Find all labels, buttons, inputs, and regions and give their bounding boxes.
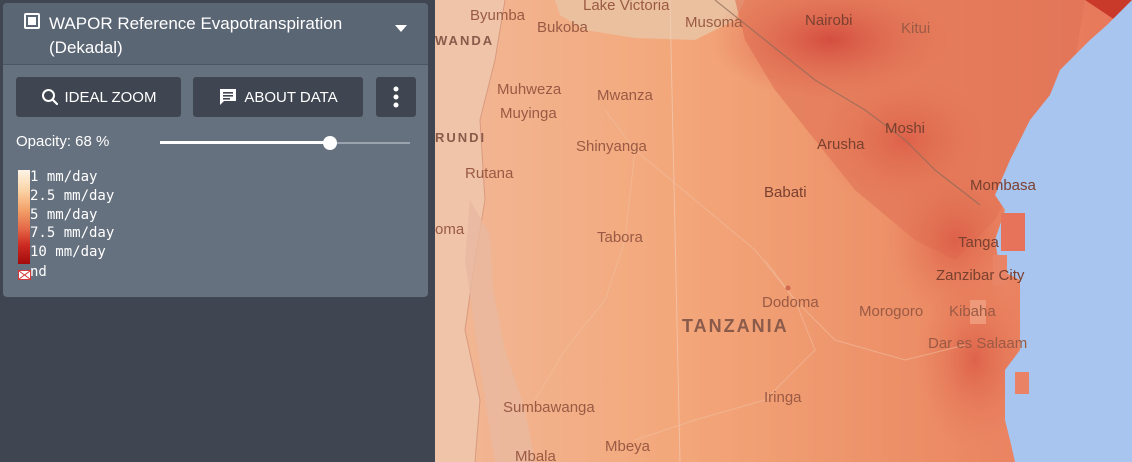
- map-label-sumbawanga: Sumbawanga: [503, 399, 595, 416]
- map-label-dodoma: Dodoma: [762, 294, 819, 311]
- map-label-kibaha: Kibaha: [949, 303, 996, 320]
- map-label-iringa: Iringa: [764, 389, 802, 406]
- layer-card: WAPOR Reference Evapotranspiration (Deka…: [3, 3, 428, 297]
- legend-item: 1 mm/day: [30, 169, 98, 185]
- map-label-nairobi: Nairobi: [805, 12, 853, 29]
- app-root: WAPOR Reference Evapotranspiration (Deka…: [0, 0, 1132, 462]
- legend-item: 5 mm/day: [30, 206, 98, 223]
- message-icon: [220, 89, 237, 105]
- map-label-country: TANZANIA: [682, 316, 789, 336]
- map-label-mombasa: Mombasa: [970, 177, 1037, 194]
- map-label-zanzibar: Zanzibar City: [936, 267, 1025, 284]
- layer-title: WAPOR Reference Evapotranspiration (Deka…: [49, 14, 343, 57]
- layer-checkbox-icon[interactable]: [24, 13, 40, 29]
- slider-thumb[interactable]: [323, 136, 337, 150]
- slider-fill: [160, 141, 330, 144]
- layer-header: WAPOR Reference Evapotranspiration (Deka…: [3, 3, 428, 65]
- map-label-byumba: Byumba: [470, 7, 526, 24]
- legend-item: 10 mm/day: [30, 244, 106, 261]
- map-label-bukoba: Bukoba: [537, 19, 589, 36]
- legend-item: 7.5 mm/day: [30, 225, 115, 242]
- search-icon: [41, 89, 58, 106]
- map-label-musoma: Musoma: [685, 14, 743, 31]
- ideal-zoom-label: IDEAL ZOOM: [64, 88, 157, 106]
- map-label-muhweza: Muhweza: [497, 81, 562, 98]
- chevron-down-icon[interactable]: [395, 25, 407, 32]
- map-canvas: Byumba Bukoba Lake Victoria Musoma Nairo…: [435, 0, 1132, 462]
- map-label-tanga: Tanga: [958, 234, 1000, 251]
- map-label-mbeya: Mbeya: [605, 438, 651, 455]
- map-view[interactable]: Byumba Bukoba Lake Victoria Musoma Nairo…: [435, 0, 1132, 462]
- dodoma-marker: [785, 285, 791, 291]
- legend-labels: 1 mm/day 2.5 mm/day 5 mm/day 7.5 mm/day …: [30, 168, 114, 262]
- map-label-rutana: Rutana: [465, 165, 514, 182]
- map-label-dar-es-salaam: Dar es Salaam: [928, 335, 1027, 352]
- map-label-mbala: Mbala: [515, 448, 557, 462]
- more-options-button[interactable]: [376, 77, 416, 117]
- map-label-lake-victoria: Lake Victoria: [583, 0, 670, 14]
- map-label-babati: Babati: [764, 184, 807, 201]
- map-label-rwanda: WANDA: [435, 33, 494, 48]
- map-label-tabora: Tabora: [597, 229, 644, 246]
- map-label-muyinga: Muyinga: [500, 105, 557, 122]
- about-data-button[interactable]: ABOUT DATA: [193, 77, 363, 117]
- ideal-zoom-button[interactable]: IDEAL ZOOM: [16, 77, 181, 117]
- legend-item: 2.5 mm/day: [30, 187, 115, 204]
- opacity-label: Opacity: 68 %: [16, 133, 110, 150]
- map-label-burundi: RUNDI: [435, 130, 486, 145]
- map-label-mwanza: Mwanza: [597, 87, 654, 104]
- opacity-slider[interactable]: [160, 135, 410, 151]
- map-label-moshi: Moshi: [885, 120, 925, 137]
- nodata-label: nd: [30, 264, 47, 280]
- sidebar: WAPOR Reference Evapotranspiration (Deka…: [0, 0, 435, 462]
- map-label-morogoro: Morogoro: [859, 303, 923, 320]
- more-vertical-icon: [393, 86, 399, 108]
- about-data-label: ABOUT DATA: [244, 88, 338, 106]
- legend-color-ramp: [18, 170, 30, 264]
- map-label-kigoma: oma: [435, 221, 465, 238]
- map-label-kitui: Kitui: [901, 20, 930, 37]
- map-label-shinyanga: Shinyanga: [576, 138, 648, 155]
- map-label-arusha: Arusha: [817, 136, 865, 153]
